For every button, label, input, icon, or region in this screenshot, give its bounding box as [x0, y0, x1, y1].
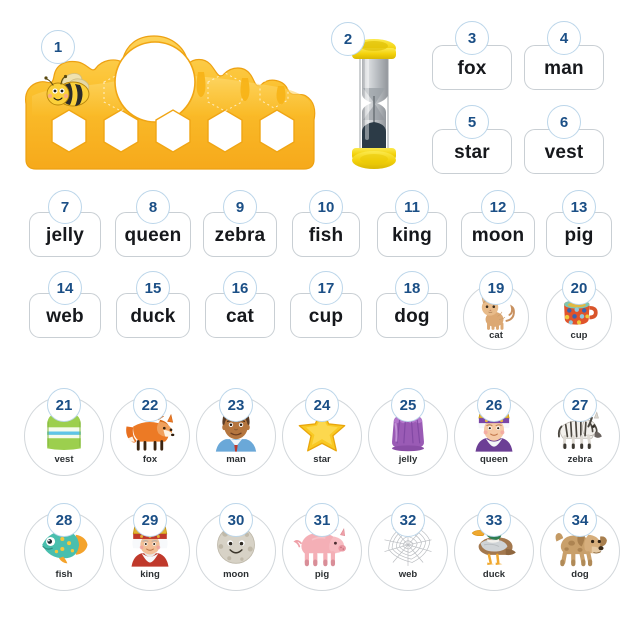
- badge-18[interactable]: 18: [395, 271, 429, 305]
- badge-13[interactable]: 13: [562, 190, 596, 224]
- badge-11[interactable]: 11: [395, 190, 429, 224]
- picture-card-label: fish: [55, 569, 73, 581]
- badge-12[interactable]: 12: [481, 190, 515, 224]
- badge-23[interactable]: 23: [219, 388, 253, 422]
- word-card-label: zebra: [214, 225, 266, 246]
- word-card-label: fox: [457, 58, 487, 79]
- badge-21[interactable]: 21: [47, 388, 81, 422]
- picture-card-label: pig: [314, 569, 330, 581]
- badge-15[interactable]: 15: [136, 271, 170, 305]
- picture-card-label: star: [313, 454, 331, 466]
- picture-card-label: web: [398, 569, 418, 581]
- badge-20[interactable]: 20: [562, 271, 596, 305]
- word-card-label: vest: [544, 142, 584, 163]
- badge-2[interactable]: 2: [331, 22, 365, 56]
- badge-32[interactable]: 32: [391, 503, 425, 537]
- badge-9[interactable]: 9: [223, 190, 257, 224]
- badge-1[interactable]: 1: [41, 30, 75, 64]
- badge-10[interactable]: 10: [309, 190, 343, 224]
- picture-card-label: king: [140, 569, 160, 581]
- picture-card-label: jelly: [398, 454, 418, 466]
- badge-26[interactable]: 26: [477, 388, 511, 422]
- badge-3[interactable]: 3: [455, 21, 489, 55]
- picture-card-label: man: [226, 454, 246, 466]
- badge-6[interactable]: 6: [547, 105, 581, 139]
- word-card-label: king: [392, 225, 432, 246]
- picture-card-label: dog: [571, 569, 589, 581]
- word-card-label: dog: [394, 306, 430, 327]
- badge-33[interactable]: 33: [477, 503, 511, 537]
- badge-27[interactable]: 27: [563, 388, 597, 422]
- badge-34[interactable]: 34: [563, 503, 597, 537]
- badge-7[interactable]: 7: [48, 190, 82, 224]
- picture-card-label: fox: [142, 454, 158, 466]
- badge-28[interactable]: 28: [47, 503, 81, 537]
- picture-card-label: duck: [482, 569, 506, 581]
- badge-24[interactable]: 24: [305, 388, 339, 422]
- word-card-label: man: [544, 58, 584, 79]
- picture-card-label: cup: [570, 330, 588, 342]
- word-card-label: duck: [130, 306, 176, 327]
- word-card-label: pig: [564, 225, 594, 246]
- phonics-game-layout-sheet: 1 2 fox 3 man 4 star 5 vest 6 jelly 7 qu…: [0, 0, 636, 636]
- picture-card-label: moon: [223, 569, 249, 581]
- badge-19[interactable]: 19: [479, 271, 513, 305]
- picture-card-label: queen: [480, 454, 508, 466]
- word-card-label: cat: [225, 306, 255, 327]
- badge-5[interactable]: 5: [455, 105, 489, 139]
- badge-4[interactable]: 4: [547, 21, 581, 55]
- badge-16[interactable]: 16: [223, 271, 257, 305]
- word-card-label: star: [454, 142, 490, 163]
- word-card-label: moon: [471, 225, 525, 246]
- badge-8[interactable]: 8: [136, 190, 170, 224]
- word-card-label: queen: [124, 225, 182, 246]
- word-card-label: cup: [308, 306, 344, 327]
- picture-card-label: zebra: [567, 454, 593, 466]
- badge-22[interactable]: 22: [133, 388, 167, 422]
- badge-17[interactable]: 17: [309, 271, 343, 305]
- picture-card-label: vest: [54, 454, 74, 466]
- badge-29[interactable]: 29: [133, 503, 167, 537]
- word-card-label: jelly: [46, 225, 84, 246]
- badge-25[interactable]: 25: [391, 388, 425, 422]
- badge-30[interactable]: 30: [219, 503, 253, 537]
- badge-14[interactable]: 14: [48, 271, 82, 305]
- word-card-label: fish: [308, 225, 344, 246]
- word-card-label: web: [46, 306, 84, 327]
- badge-31[interactable]: 31: [305, 503, 339, 537]
- picture-card-label: cat: [489, 330, 503, 342]
